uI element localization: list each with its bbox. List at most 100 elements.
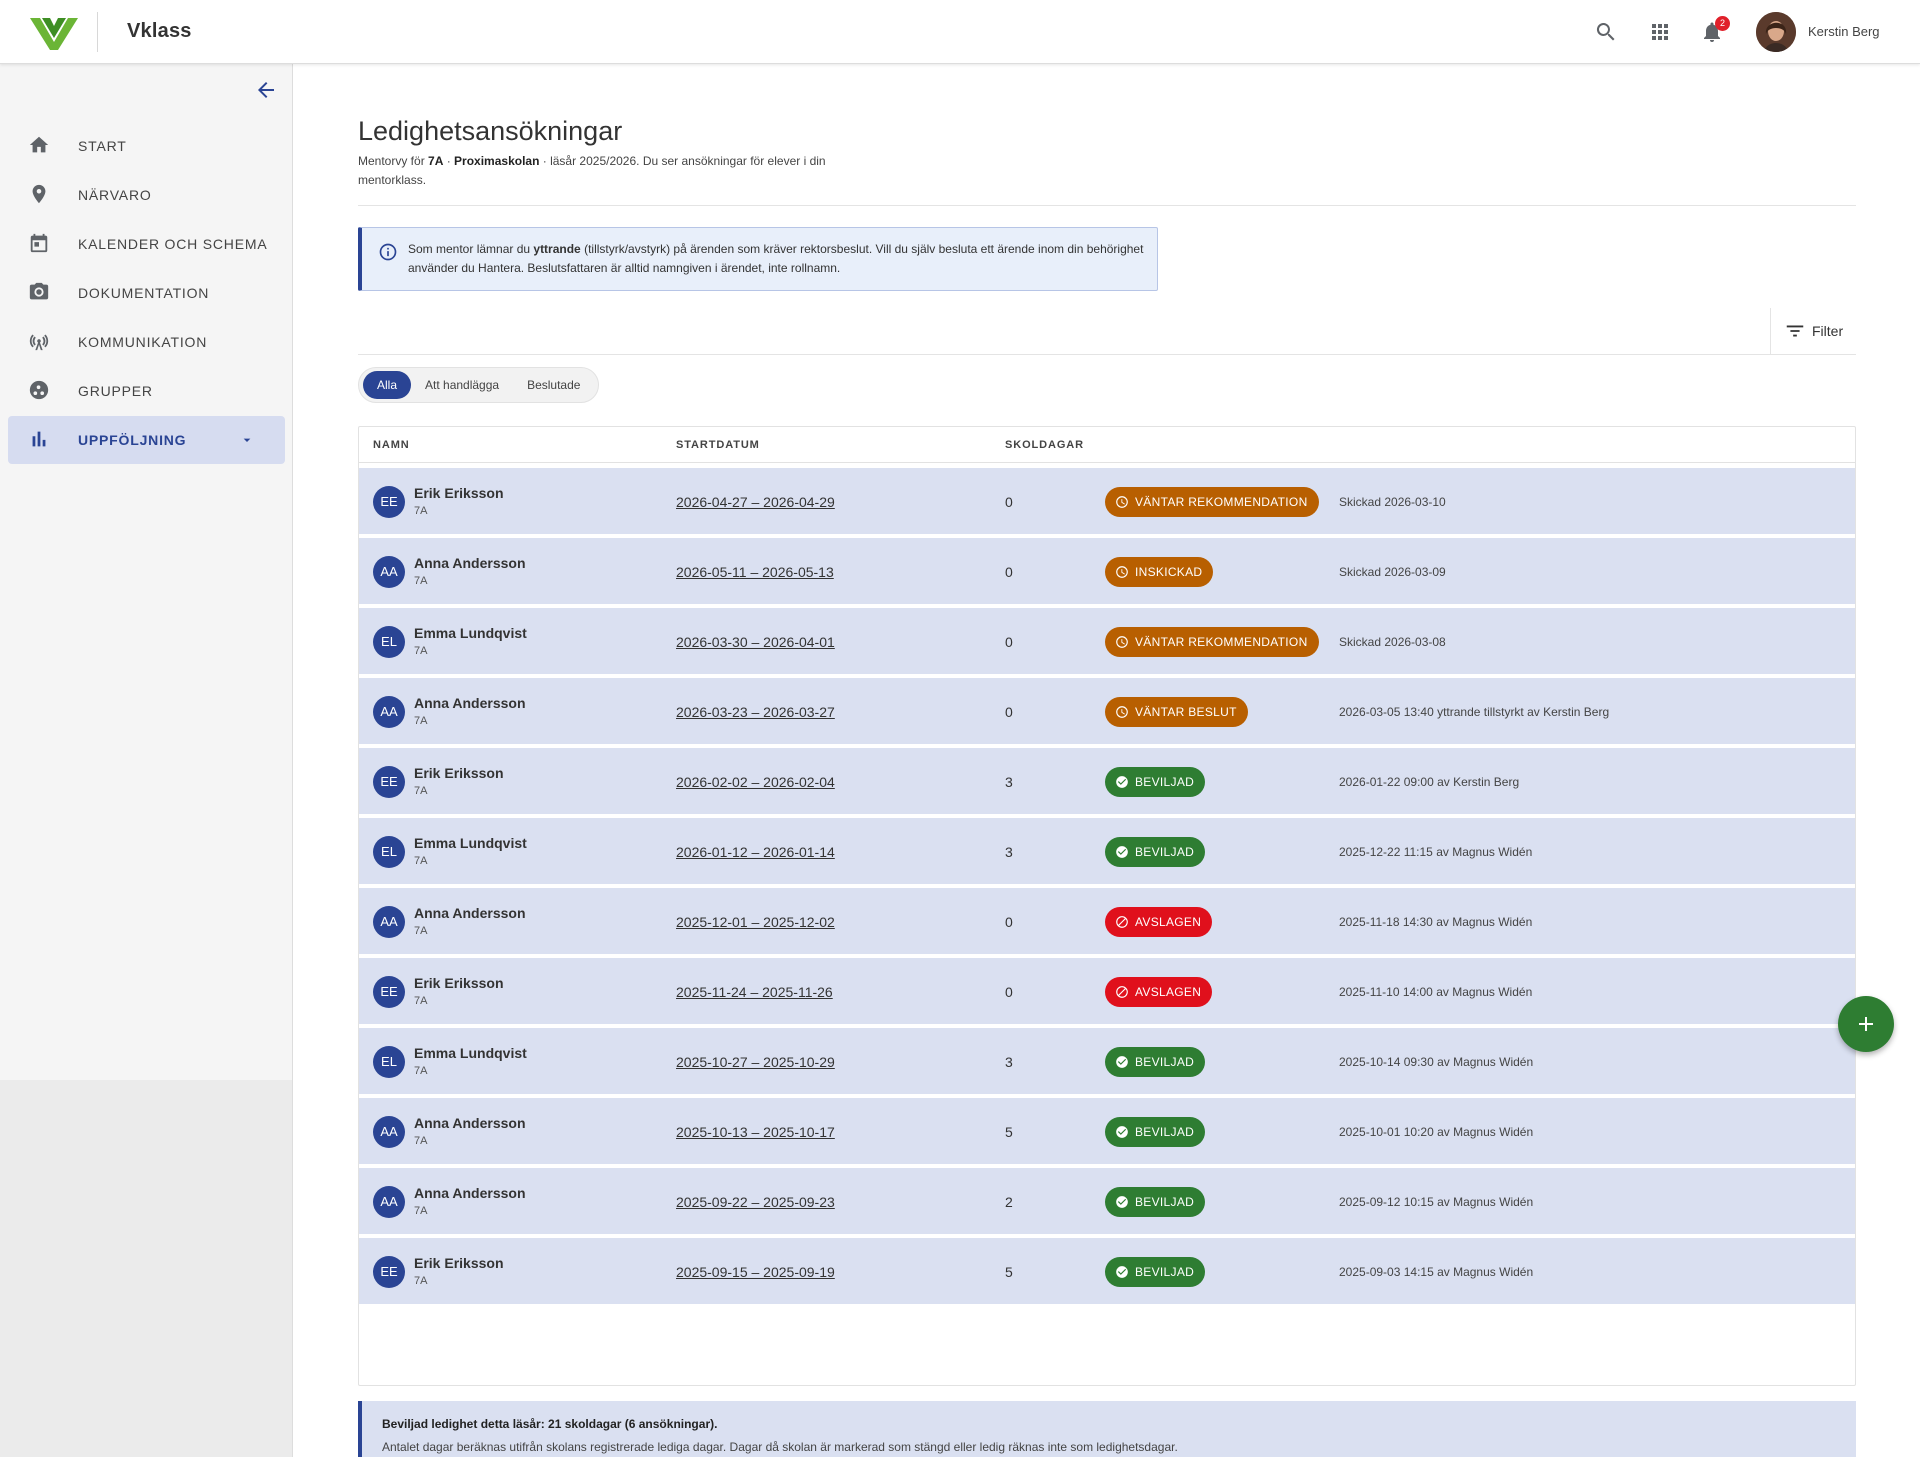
status-note: 2025-09-12 10:15 av Magnus Widén [1339,1195,1534,1209]
table-row[interactable]: AA Anna Andersson 7A 2025-09-22 – 2025-09-2… [359,1168,1855,1236]
check-circle-icon [1115,1195,1135,1209]
user-name[interactable]: Kerstin Berg [1808,24,1880,39]
status-note: 2026-01-22 09:00 av Kerstin Berg [1339,775,1520,789]
status-label: AVSLAGEN [1135,985,1202,999]
sidebar-item-uppfoljning[interactable]: UPPFÖLJNING [8,416,285,464]
school-days: 2 [1005,1194,1013,1210]
sidebar-item-narvaro[interactable]: NÄRVARO [8,171,285,219]
status-label: BEVILJAD [1135,775,1195,789]
student-name[interactable]: Erik Eriksson [414,485,504,501]
sidebar-item-label: KOMMUNIKATION [78,334,208,350]
column-header-schooldays[interactable]: SKOLDAGAR [1005,439,1084,451]
column-header-name[interactable]: NAMN [373,439,410,451]
table-row[interactable]: EE Erik Eriksson 7A 2026-02-02 – 2026-02-04… [359,748,1855,816]
clock-icon [1115,705,1135,719]
table-row[interactable]: AA Anna Andersson 7A 2025-10-13 – 2025-10-1… [359,1098,1855,1166]
status-label: VÄNTAR REKOMMENDATION [1135,635,1308,649]
avatar: EE [373,1256,405,1288]
camera-icon [28,281,52,305]
tab-att-handlagga[interactable]: Att handlägga [411,371,513,399]
table-row[interactable]: EL Emma Lundqvist 7A 2025-10-27 – 2025-10-2… [359,1028,1855,1096]
tab-alla[interactable]: Alla [363,371,412,399]
avatar[interactable] [1756,12,1796,52]
status-label: INSKICKAD [1135,565,1203,579]
date-range-link[interactable]: 2026-02-02 – 2026-02-04 [676,774,835,790]
filter-button[interactable]: Filter [1784,319,1843,343]
column-header-startdate[interactable]: STARTDATUM [676,439,760,451]
collapse-sidebar-arrow-icon[interactable] [254,78,278,102]
student-class: 7A [414,715,428,727]
student-name[interactable]: Emma Lundqvist [414,835,527,851]
bell-icon[interactable]: 2 [1700,16,1730,44]
student-name[interactable]: Erik Eriksson [414,1255,504,1271]
logo-divider [97,12,98,52]
subtitle-class: 7A [428,154,444,168]
table-row[interactable]: AA Anna Andersson 7A 2025-12-01 – 2025-12-0… [359,888,1855,956]
sidebar-item-dokumentation[interactable]: DOKUMENTATION [8,269,285,317]
subtitle-school: Proximaskolan [454,154,540,168]
search-icon[interactable] [1594,20,1618,44]
status-badge: BEVILJAD [1105,1257,1206,1287]
add-application-button[interactable] [1838,996,1894,1052]
avatar: AA [373,696,405,728]
student-name[interactable]: Anna Andersson [414,555,526,571]
check-circle-icon [1115,1055,1135,1069]
status-note: Skickad 2026-03-10 [1339,495,1446,509]
student-class: 7A [414,575,428,587]
sidebar-item-kommunikation[interactable]: KOMMUNIKATION [8,318,285,366]
student-class: 7A [414,1135,428,1147]
sidebar-item-grupper[interactable]: GRUPPER [8,367,285,415]
school-days: 5 [1005,1264,1013,1280]
apps-grid-icon[interactable] [1648,20,1672,44]
vklass-logo[interactable] [30,14,78,50]
student-name[interactable]: Anna Andersson [414,695,526,711]
brand-name[interactable]: Vklass [127,20,192,43]
divider [359,462,1855,463]
summary-box: Beviljad ledighet detta läsår: 21 skolda… [358,1401,1856,1457]
date-range-link[interactable]: 2025-11-24 – 2025-11-26 [676,984,833,1000]
date-range-link[interactable]: 2026-03-23 – 2026-03-27 [676,704,835,720]
clock-icon [1115,495,1135,509]
student-name[interactable]: Erik Eriksson [414,975,504,991]
table-row[interactable]: AA Anna Andersson 7A 2026-05-11 – 2026-05-1… [359,538,1855,606]
chevron-down-icon[interactable] [239,432,255,448]
status-label: BEVILJAD [1135,1055,1195,1069]
table-row[interactable]: EE Erik Eriksson 7A 2025-11-24 – 2025-11-26… [359,958,1855,1026]
student-name[interactable]: Anna Andersson [414,1185,526,1201]
student-name[interactable]: Emma Lundqvist [414,625,527,641]
sidebar-item-kalender[interactable]: KALENDER OCH SCHEMA [8,220,285,268]
date-range-link[interactable]: 2025-09-22 – 2025-09-23 [676,1194,835,1210]
student-name[interactable]: Erik Eriksson [414,765,504,781]
date-range-link[interactable]: 2025-09-15 – 2025-09-19 [676,1264,835,1280]
page-title: Ledighetsansökningar [358,116,623,146]
status-badge: BEVILJAD [1105,837,1206,867]
status-note: 2025-11-18 14:30 av Magnus Widén [1339,915,1533,929]
table-row[interactable]: EL Emma Lundqvist 7A 2026-01-12 – 2026-01-1… [359,818,1855,886]
status-badge: BEVILJAD [1105,767,1206,797]
avatar: AA [373,556,405,588]
date-range-link[interactable]: 2026-01-12 – 2026-01-14 [676,844,835,860]
table-row[interactable]: EE Erik Eriksson 7A 2026-04-27 – 2026-04-29… [359,468,1855,536]
student-name[interactable]: Anna Andersson [414,905,526,921]
block-icon [1115,985,1135,999]
sidebar-nav: START NÄRVARO KALENDER OCH SCHEMA DOKUME… [0,64,292,1080]
table-row[interactable]: EE Erik Eriksson 7A 2025-09-15 – 2025-09-19… [359,1238,1855,1306]
sidebar-item-start[interactable]: START [8,122,285,170]
school-days: 0 [1005,564,1013,580]
date-range-link[interactable]: 2026-04-27 – 2026-04-29 [676,494,835,510]
student-name[interactable]: Anna Andersson [414,1115,526,1131]
date-range-link[interactable]: 2025-10-13 – 2025-10-17 [676,1124,835,1140]
avatar: AA [373,1116,405,1148]
date-range-link[interactable]: 2025-12-01 – 2025-12-02 [676,914,835,930]
summary-title: Beviljad ledighet detta läsår: 21 skolda… [382,1417,718,1431]
date-range-link[interactable]: 2025-10-27 – 2025-10-29 [676,1054,835,1070]
school-days: 3 [1005,1054,1013,1070]
date-range-link[interactable]: 2026-05-11 – 2026-05-13 [676,564,834,580]
top-bar: Vklass 2 Kerstin Berg [0,0,1920,64]
table-row[interactable]: EL Emma Lundqvist 7A 2026-03-30 – 2026-04-0… [359,608,1855,676]
student-name[interactable]: Emma Lundqvist [414,1045,527,1061]
table-row[interactable]: AA Anna Andersson 7A 2026-03-23 – 2026-03-2… [359,678,1855,746]
status-note: 2025-09-03 14:15 av Magnus Widén [1339,1265,1534,1279]
tab-beslutade[interactable]: Beslutade [513,371,594,399]
date-range-link[interactable]: 2026-03-30 – 2026-04-01 [676,634,835,650]
